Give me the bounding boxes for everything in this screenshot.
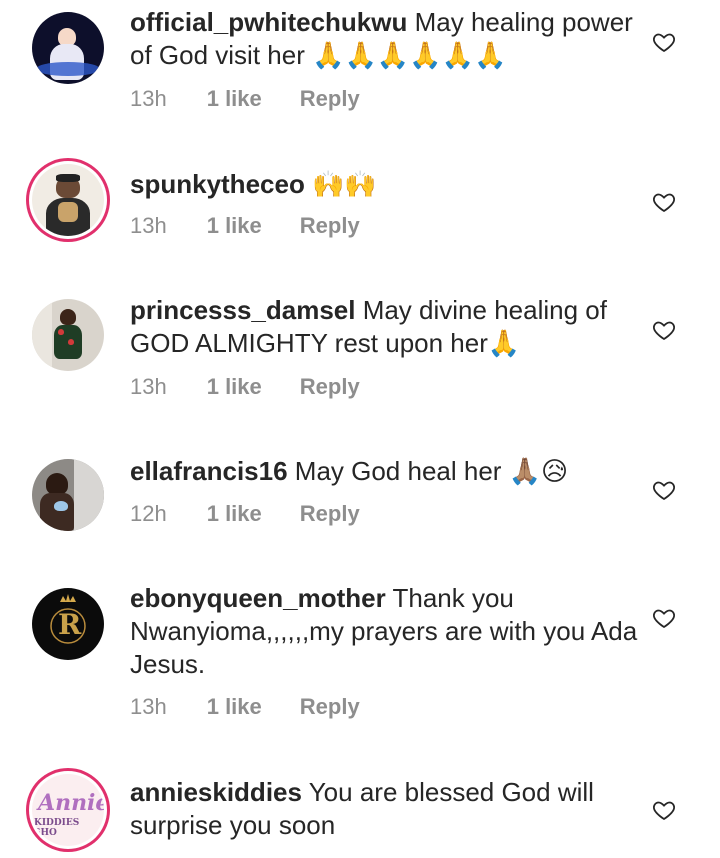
reply-button[interactable]: Reply	[300, 86, 360, 111]
comment-body: 🙌🙌	[304, 169, 377, 199]
comment-time[interactable]: 13h	[130, 694, 167, 719]
logo-subtitle: KIDDIES SHO	[34, 818, 80, 838]
comment-time[interactable]: 13h	[130, 213, 167, 238]
reply-button[interactable]: Reply	[300, 374, 360, 399]
comment-likes[interactable]: 1 like	[207, 374, 262, 399]
comment-text: princesss_damsel May divine healing of G…	[130, 294, 640, 360]
comment-likes[interactable]: 1 like	[207, 501, 262, 526]
comment-meta: 13h 1 like Reply	[130, 374, 398, 400]
heart-icon[interactable]	[652, 606, 676, 630]
comment-meta: 12h 1 like Reply	[130, 501, 398, 527]
comment-username[interactable]: princesss_damsel	[130, 295, 355, 325]
comment-likes[interactable]: 1 like	[207, 86, 262, 111]
comment-likes[interactable]: 1 like	[207, 694, 262, 719]
comment-time[interactable]: 13h	[130, 86, 167, 111]
avatar[interactable]	[28, 160, 108, 240]
heart-icon[interactable]	[652, 190, 676, 214]
avatar[interactable]	[28, 8, 108, 88]
reply-button[interactable]: Reply	[300, 694, 360, 719]
heart-icon[interactable]	[652, 478, 676, 502]
comment-body: May God heal her 🙏🏽😥	[287, 456, 569, 486]
avatar[interactable]	[28, 295, 108, 375]
comment-username[interactable]: official_pwhitechukwu	[130, 7, 407, 37]
heart-icon[interactable]	[652, 318, 676, 342]
reply-button[interactable]: Reply	[300, 501, 360, 526]
comment-text: official_pwhitechukwu May healing power …	[130, 6, 640, 72]
comment-username[interactable]: spunkytheceo	[130, 169, 305, 199]
reply-button[interactable]: Reply	[300, 213, 360, 238]
comment-meta: 13h 1 like Reply	[130, 86, 398, 112]
logo-wordmark: Annie	[38, 790, 104, 816]
comment-text: spunkytheceo 🙌🙌	[130, 168, 640, 201]
heart-icon[interactable]	[652, 798, 676, 822]
comment-text: annieskiddies You are blessed God will s…	[130, 776, 640, 842]
avatar[interactable]: Annie KIDDIES SHO	[28, 770, 108, 850]
comment-text: ebonyqueen_mother Thank you Nwanyioma,,,…	[130, 582, 640, 681]
avatar[interactable]	[28, 455, 108, 535]
comment-likes[interactable]: 1 like	[207, 213, 262, 238]
comment-meta: 13h 1 like Reply	[130, 213, 398, 239]
comment-username[interactable]: ellafrancis16	[130, 456, 288, 486]
comment-meta: 13h 1 like Reply	[130, 694, 398, 720]
avatar[interactable]: R	[28, 584, 108, 664]
comment-time[interactable]: 12h	[130, 501, 167, 526]
comment-username[interactable]: annieskiddies	[130, 777, 302, 807]
logo-letter: R	[58, 608, 82, 641]
comment-time[interactable]: 13h	[130, 374, 167, 399]
comment-username[interactable]: ebonyqueen_mother	[130, 583, 386, 613]
heart-icon[interactable]	[652, 30, 676, 54]
comment-text: ellafrancis16 May God heal her 🙏🏽😥	[130, 455, 640, 488]
